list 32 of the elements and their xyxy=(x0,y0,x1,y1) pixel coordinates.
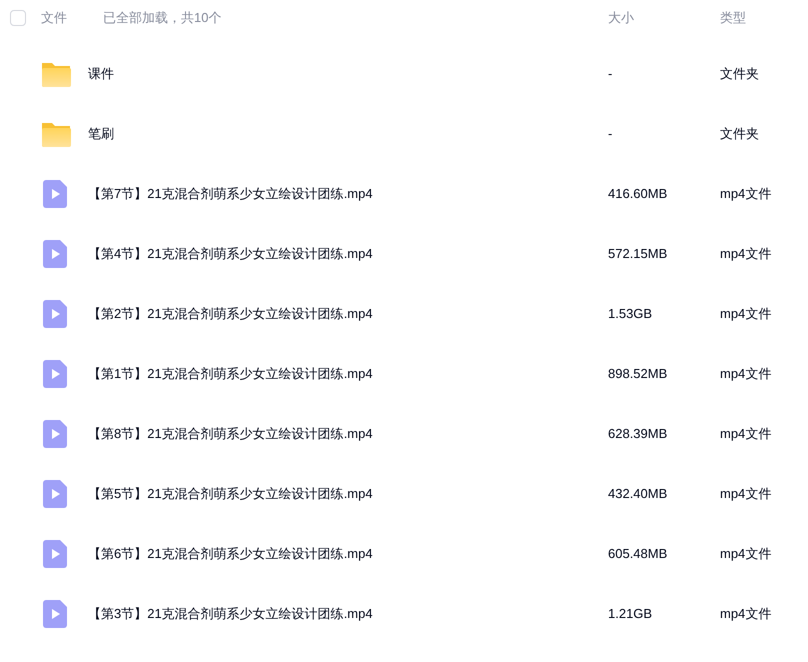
file-size: 416.60MB xyxy=(608,186,668,202)
file-size: 572.15MB xyxy=(608,246,668,262)
file-type: mp4文件 xyxy=(720,486,772,502)
file-name[interactable]: 【第3节】21克混合剂萌系少女立绘设计团练.mp4 xyxy=(88,606,373,622)
file-type: mp4文件 xyxy=(720,306,772,322)
file-name[interactable]: 【第5节】21克混合剂萌系少女立绘设计团练.mp4 xyxy=(88,486,373,502)
file-size: 432.40MB xyxy=(608,486,668,502)
file-type: mp4文件 xyxy=(720,426,772,442)
file-type: mp4文件 xyxy=(720,546,772,562)
file-name[interactable]: 课件 xyxy=(88,66,114,82)
file-type: mp4文件 xyxy=(720,186,772,202)
file-type: mp4文件 xyxy=(720,606,772,622)
file-size: 1.21GB xyxy=(608,606,652,622)
file-size: - xyxy=(608,66,612,82)
file-size: 1.53GB xyxy=(608,306,652,322)
file-type: mp4文件 xyxy=(720,246,772,262)
file-type: 文件夹 xyxy=(720,126,759,142)
load-status-text: 已全部加载，共10个 xyxy=(103,9,222,28)
file-size: 605.48MB xyxy=(608,546,668,562)
file-name[interactable]: 【第4节】21克混合剂萌系少女立绘设计团练.mp4 xyxy=(88,246,373,262)
file-name[interactable]: 【第6节】21克混合剂萌系少女立绘设计团练.mp4 xyxy=(88,546,373,562)
file-name[interactable]: 【第7节】21克混合剂萌系少女立绘设计团练.mp4 xyxy=(88,186,373,202)
file-type: 文件夹 xyxy=(720,66,759,82)
file-size: - xyxy=(608,126,612,142)
file-name[interactable]: 【第8节】21克混合剂萌系少女立绘设计团练.mp4 xyxy=(88,426,373,442)
file-name[interactable]: 【第1节】21克混合剂萌系少女立绘设计团练.mp4 xyxy=(88,366,373,382)
file-size: 628.39MB xyxy=(608,426,668,442)
file-name[interactable]: 笔刷 xyxy=(88,126,114,142)
select-all-checkbox[interactable] xyxy=(10,10,26,26)
file-type: mp4文件 xyxy=(720,366,772,382)
file-name[interactable]: 【第2节】21克混合剂萌系少女立绘设计团练.mp4 xyxy=(88,306,373,322)
file-size: 898.52MB xyxy=(608,366,668,382)
